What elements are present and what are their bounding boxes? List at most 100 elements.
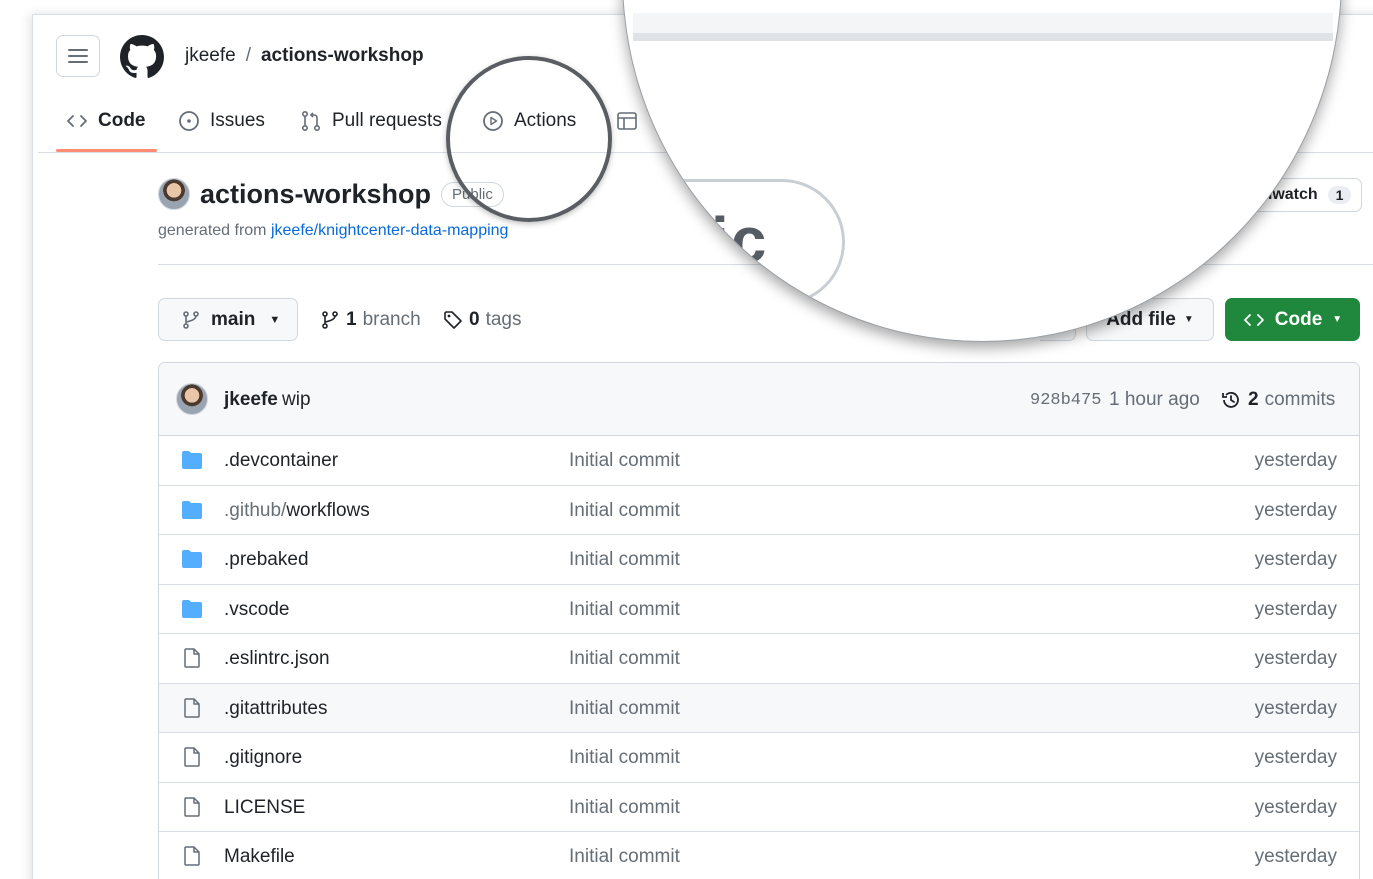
file-commit-message[interactable]: Initial commit	[569, 450, 680, 472]
tag-count-label: tags	[485, 309, 522, 330]
file-name[interactable]: Makefile	[224, 846, 295, 868]
folder-icon	[182, 500, 202, 519]
branch-count: 1	[346, 309, 357, 330]
tab-pull-requests[interactable]: Pull requests	[300, 110, 442, 132]
file-age: yesterday	[1254, 598, 1337, 620]
file-icon	[184, 796, 200, 817]
commits-link[interactable]: 2 commits	[1220, 389, 1335, 411]
generated-prefix: generated from	[158, 222, 267, 239]
file-name[interactable]: .gitignore	[224, 747, 302, 769]
file-commit-message[interactable]: Initial commit	[569, 797, 680, 819]
file-age: yesterday	[1254, 549, 1337, 570]
file-name[interactable]: .devcontainer	[224, 450, 338, 472]
history-icon	[1222, 392, 1239, 408]
tab-projects[interactable]	[616, 110, 638, 132]
tag-count: 0	[469, 309, 480, 330]
file-name-leaf: workflows	[286, 499, 370, 521]
file-commit-message[interactable]: Initial commit	[569, 747, 680, 769]
magnified-border	[633, 33, 1333, 41]
file-name[interactable]: .vscode	[224, 599, 289, 621]
magnified-header-band	[633, 13, 1333, 33]
commit-time: 1 hour ago	[1109, 389, 1200, 410]
branch-name: main	[211, 308, 256, 330]
file-age: yesterday	[1254, 450, 1337, 471]
tag-icon	[444, 311, 462, 329]
file-name-prefix: .github/	[224, 499, 287, 521]
owner-avatar[interactable]	[158, 178, 190, 210]
tab-issues[interactable]: Issues	[178, 110, 265, 132]
file-name[interactable]: .github/workflows	[224, 500, 370, 522]
file-icon	[184, 697, 200, 718]
code-icon	[67, 115, 87, 127]
file-icon	[184, 846, 200, 866]
breadcrumb: jkeefe / actions-workshop	[185, 45, 424, 67]
code-button[interactable]: Code ▼	[1225, 298, 1360, 341]
file-commit-message[interactable]: Initial commit	[569, 599, 680, 621]
file-commit-message[interactable]: Initial commit	[569, 500, 680, 522]
file-row[interactable]: .prebaked Initial commit yesterday	[159, 535, 1359, 585]
magnified-badge-text: ic	[711, 204, 769, 276]
file-commit-message[interactable]: Initial commit	[569, 698, 680, 720]
file-row[interactable]: .devcontainer Initial commit yesterday	[159, 436, 1359, 486]
tab-code[interactable]: Code	[66, 110, 146, 132]
file-age: yesterday	[1254, 499, 1337, 521]
menu-button[interactable]	[56, 35, 100, 77]
file-name[interactable]: .eslintrc.json	[224, 648, 330, 670]
branch-icon	[322, 311, 338, 329]
file-row[interactable]: LICENSE Initial commit yesterday	[159, 783, 1359, 832]
code-button-label: Code	[1274, 308, 1323, 330]
github-logo-icon[interactable]	[120, 35, 164, 79]
file-commit-message[interactable]: Initial commit	[569, 549, 680, 571]
file-name[interactable]: .gitattributes	[224, 698, 328, 720]
commit-author-avatar[interactable]	[176, 383, 208, 415]
chevron-down-icon: ▼	[1332, 314, 1343, 325]
branch-count-label: branch	[362, 309, 421, 330]
file-name[interactable]: LICENSE	[224, 797, 305, 819]
file-icon	[184, 648, 200, 668]
repo-link[interactable]: actions-workshop	[261, 45, 424, 67]
file-age: yesterday	[1254, 697, 1337, 719]
file-name[interactable]: .prebaked	[224, 549, 309, 571]
commit-author[interactable]: jkeefe	[224, 389, 278, 411]
table-icon	[617, 112, 637, 130]
file-commit-message[interactable]: Initial commit	[569, 648, 680, 670]
commit-message[interactable]: wip	[282, 389, 311, 411]
branch-icon	[183, 310, 199, 329]
file-row[interactable]: .github/workflows Initial commit yesterd…	[159, 486, 1359, 535]
focus-ring	[446, 56, 612, 222]
issue-icon	[179, 111, 199, 131]
tags-link[interactable]: 0 tags	[443, 309, 522, 331]
commit-sha[interactable]: 928b475	[1030, 391, 1101, 410]
repo-header: actions-workshop Public	[158, 178, 504, 210]
file-row[interactable]: .eslintrc.json Initial commit yesterday	[159, 634, 1359, 684]
file-row[interactable]: .gitignore Initial commit yesterday	[159, 733, 1359, 783]
hamburger-icon	[68, 49, 88, 63]
generated-from: generated from jkeefe/knightcenter-data-…	[158, 222, 508, 240]
commit-count-label: commits	[1264, 389, 1336, 410]
folder-icon	[182, 550, 202, 568]
tab-label: Code	[98, 110, 146, 131]
owner-link[interactable]: jkeefe	[185, 45, 236, 67]
file-age: yesterday	[1254, 796, 1337, 818]
file-commit-message[interactable]: Initial commit	[569, 846, 680, 868]
chevron-down-icon: ▼	[269, 313, 281, 326]
file-age: yesterday	[1254, 747, 1337, 768]
repo-title[interactable]: actions-workshop	[200, 179, 431, 210]
watch-counter: 1	[1327, 186, 1352, 204]
file-row[interactable]: .gitattributes Initial commit yesterday	[159, 683, 1359, 733]
file-row[interactable]: .vscode Initial commit yesterday	[159, 585, 1359, 634]
tab-label: Issues	[210, 110, 265, 131]
template-repo-link[interactable]: jkeefe/knightcenter-data-mapping	[271, 222, 508, 239]
file-row[interactable]: Makefile Initial commit yesterday	[159, 832, 1359, 879]
tab-label: Pull requests	[332, 110, 442, 131]
active-tab-indicator	[56, 149, 157, 152]
breadcrumb-separator: /	[245, 45, 251, 66]
file-icon	[184, 747, 200, 767]
branch-selector[interactable]: main ▼	[158, 298, 298, 341]
branches-link[interactable]: 1 branch	[320, 309, 421, 331]
folder-icon	[182, 599, 202, 618]
file-age: yesterday	[1254, 846, 1337, 867]
file-age: yesterday	[1254, 648, 1337, 669]
chevron-down-icon: ▼	[1183, 314, 1194, 325]
file-table: jkeefe wip 928b475 1 hour ago 2 commits …	[158, 362, 1360, 879]
